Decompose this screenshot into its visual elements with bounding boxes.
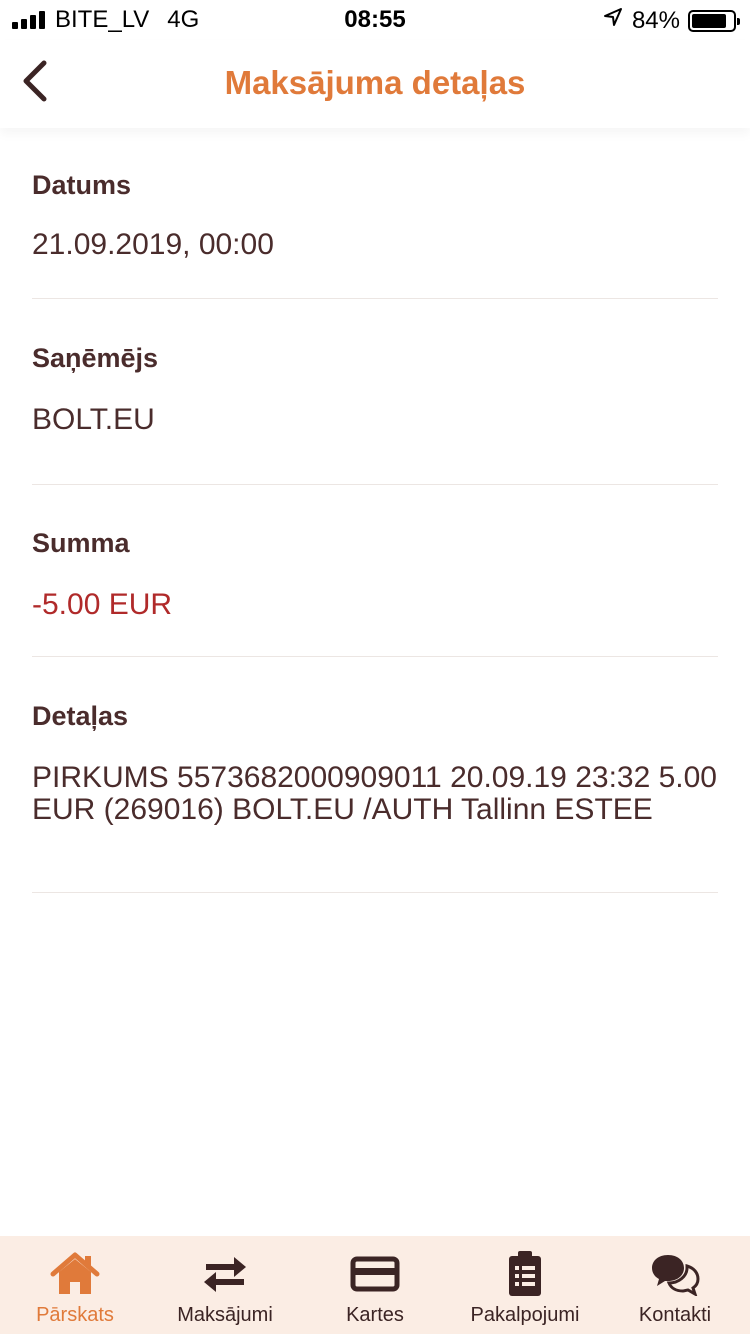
battery-fill xyxy=(692,13,726,28)
tab-label: Pakalpojumi xyxy=(470,1304,580,1326)
page-title: Maksājuma detaļas xyxy=(224,64,526,101)
battery-percent: 84% xyxy=(631,6,680,34)
card-icon xyxy=(350,1250,400,1298)
tab-services[interactable]: Pakalpojumi xyxy=(450,1236,600,1334)
home-icon xyxy=(50,1250,100,1298)
chat-bubbles-icon xyxy=(650,1250,700,1298)
field-label: Summa xyxy=(32,528,130,558)
transfer-arrows-icon xyxy=(200,1250,250,1298)
tab-overview[interactable]: Pārskats xyxy=(0,1236,150,1334)
field-value: BOLT.EU xyxy=(32,403,155,436)
tab-cards[interactable]: Kartes xyxy=(300,1236,450,1334)
nav-header: Maksājuma detaļas xyxy=(0,40,750,128)
status-right: 84% xyxy=(602,6,740,35)
clipboard-icon xyxy=(507,1250,543,1298)
field-date: Datums 21.09.2019, 00:00 xyxy=(32,128,718,299)
field-value: PIRKUMS 5573682000909011 20.09.19 23:32 … xyxy=(32,761,717,826)
tab-label: Maksājumi xyxy=(177,1304,273,1326)
field-amount: Summa -5.00 EUR xyxy=(32,485,718,657)
status-bar: BITE_LV 4G 08:55 84% xyxy=(0,0,750,40)
field-value: 21.09.2019, 00:00 xyxy=(32,228,274,261)
field-label: Detaļas xyxy=(32,701,129,731)
tab-payments[interactable]: Maksājumi xyxy=(150,1236,300,1334)
field-label: Datums xyxy=(32,170,132,200)
field-label: Saņēmējs xyxy=(32,343,159,373)
tab-label: Kontakti xyxy=(638,1304,712,1326)
field-recipient: Saņēmējs BOLT.EU xyxy=(32,299,718,485)
tab-label: Pārskats xyxy=(36,1304,114,1326)
field-value: -5.00 EUR xyxy=(32,588,173,621)
location-arrow-icon xyxy=(602,6,624,35)
tab-label: Kartes xyxy=(346,1304,404,1326)
bottom-tab-bar: Pārskats Maksājumi Kartes Pakalpojumi Ko… xyxy=(0,1236,750,1334)
payment-details: Datums 21.09.2019, 00:00 Saņēmējs BOLT.E… xyxy=(32,128,718,893)
field-details: Detaļas PIRKUMS 5573682000909011 20.09.1… xyxy=(32,657,718,893)
battery-icon xyxy=(688,9,740,32)
tab-contacts[interactable]: Kontakti xyxy=(600,1236,750,1334)
